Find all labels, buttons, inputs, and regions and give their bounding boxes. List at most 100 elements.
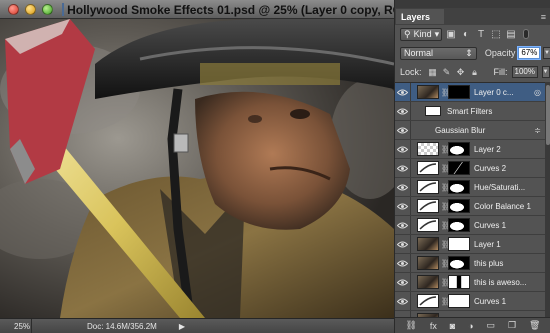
layer-name[interactable]: Gaussian Blur xyxy=(435,126,545,135)
mask-link-icon[interactable]: ⛓ xyxy=(441,88,451,97)
layer-thumbnail[interactable] xyxy=(417,275,439,289)
layer-row[interactable]: ⛓ this is aweso... xyxy=(395,273,545,292)
layer-row[interactable]: ⛓ Color Balance 1 xyxy=(395,197,545,216)
mask-link-icon[interactable]: ⛓ xyxy=(441,202,451,211)
adjustment-thumbnail-icon[interactable] xyxy=(417,161,439,175)
lock-position-icon[interactable]: ✥ xyxy=(456,67,466,77)
type-filter-icon[interactable]: T xyxy=(475,28,487,40)
layer-mask-thumbnail[interactable] xyxy=(448,218,470,232)
shape-filter-icon[interactable]: ⬚ xyxy=(490,28,502,40)
layer-row[interactable]: Smart Filters xyxy=(395,102,545,121)
layer-thumbnail[interactable] xyxy=(417,142,439,156)
layer-row[interactable]: ⛓ Layer 0 c... ◎ xyxy=(395,83,545,102)
panel-dock-strip[interactable] xyxy=(395,0,550,8)
fx-icon[interactable]: fx xyxy=(430,321,437,331)
visibility-eye-icon[interactable] xyxy=(395,292,411,310)
blend-mode-select[interactable]: Normal ⇕ xyxy=(400,46,477,60)
layer-mask-thumbnail[interactable] xyxy=(448,142,470,156)
scrollbar-thumb[interactable] xyxy=(546,85,550,145)
minimize-window-button[interactable] xyxy=(25,4,36,15)
mask-link-icon[interactable]: ⛓ xyxy=(441,278,451,287)
visibility-eye-icon[interactable] xyxy=(395,178,411,196)
close-window-button[interactable] xyxy=(8,4,19,15)
document-size-info[interactable]: Doc: 14.6M/356.2M xyxy=(87,322,157,331)
adjustment-thumbnail-icon[interactable] xyxy=(417,294,439,308)
filter-toggle-switch[interactable] xyxy=(523,29,529,39)
smart-object-filter-icon[interactable]: ▤ xyxy=(505,28,517,40)
mask-link-icon[interactable]: ⛓ xyxy=(441,240,451,249)
tab-layers[interactable]: Layers xyxy=(396,9,444,24)
add-mask-icon[interactable]: ◙ xyxy=(450,321,455,331)
layer-mask-thumbnail[interactable] xyxy=(448,275,470,289)
layer-thumbnail[interactable] xyxy=(417,237,439,251)
image-filter-icon[interactable]: ▣ xyxy=(445,28,457,40)
mask-link-icon[interactable]: ⛓ xyxy=(441,145,451,154)
visibility-eye-icon[interactable] xyxy=(395,121,411,139)
mask-link-icon[interactable]: ⛓ xyxy=(441,164,451,173)
layer-name[interactable]: Layer 2 xyxy=(474,145,545,154)
layer-name[interactable]: this is aweso... xyxy=(474,278,545,287)
visibility-eye-icon[interactable] xyxy=(395,140,411,158)
layer-row[interactable]: ⛓ Curves 1 xyxy=(395,216,545,235)
layer-mask-thumbnail[interactable] xyxy=(448,161,470,175)
visibility-eye-icon[interactable] xyxy=(395,216,411,234)
adjustment-thumbnail-icon[interactable] xyxy=(417,180,439,194)
visibility-eye-icon[interactable] xyxy=(395,102,411,120)
layer-mask-thumbnail[interactable] xyxy=(448,294,470,308)
mask-link-icon[interactable]: ⛓ xyxy=(441,297,451,306)
layer-name[interactable]: Curves 2 xyxy=(474,164,545,173)
layers-scrollbar[interactable] xyxy=(545,82,550,317)
layer-name[interactable]: Smart Filters xyxy=(447,107,545,116)
mask-link-icon[interactable]: ⛓ xyxy=(441,259,451,268)
delete-layer-icon[interactable]: 🗑︎ xyxy=(529,320,540,331)
adjustment-thumbnail-icon[interactable] xyxy=(417,218,439,232)
image-canvas[interactable] xyxy=(0,19,394,318)
lock-image-pixels-icon[interactable]: ✎ xyxy=(442,67,452,77)
zoom-window-button[interactable] xyxy=(42,4,53,15)
layer-row[interactable]: ⛓ Curves 1 xyxy=(395,292,545,311)
visibility-eye-icon[interactable] xyxy=(395,235,411,253)
layer-mask-thumbnail[interactable] xyxy=(448,237,470,251)
layers-list[interactable]: ⛓ Layer 0 c... ◎ Smart Filters Gaussian Blur… xyxy=(395,82,545,317)
layer-name[interactable]: Hue/Saturati... xyxy=(474,183,545,192)
opacity-slider-arrow-icon[interactable]: ▼ xyxy=(543,47,550,59)
visibility-eye-icon[interactable] xyxy=(395,197,411,215)
adjustment-thumbnail-icon[interactable] xyxy=(417,199,439,213)
mask-link-icon[interactable]: ⛓ xyxy=(441,221,451,230)
new-layer-icon[interactable]: ❐ xyxy=(508,320,516,331)
layer-name[interactable]: Color Balance 1 xyxy=(474,202,545,211)
layer-thumbnail[interactable] xyxy=(417,256,439,270)
layer-name[interactable]: this plus xyxy=(474,259,545,268)
layer-mask-thumbnail[interactable] xyxy=(448,180,470,194)
layer-row[interactable]: ⛓ Layer 1 xyxy=(395,235,545,254)
status-menu-arrow-icon[interactable]: ▶ xyxy=(179,322,185,331)
filter-options-icon[interactable] xyxy=(425,125,429,135)
smart-filters-toggle-icon[interactable]: ◎ xyxy=(534,88,541,97)
lock-transparent-pixels-icon[interactable]: ▦ xyxy=(428,67,438,77)
visibility-eye-icon[interactable] xyxy=(395,83,411,101)
mask-link-icon[interactable]: ⛓ xyxy=(441,183,451,192)
opacity-label[interactable]: Opacity xyxy=(485,48,516,58)
visibility-eye-icon[interactable] xyxy=(395,254,411,272)
new-adjustment-icon[interactable]: ◑ xyxy=(468,321,473,331)
filter-kind-select[interactable]: ⚲ Kind ▾ xyxy=(400,27,442,41)
document-titlebar[interactable]: Hollywood Smoke Effects 01.psd @ 25% (La… xyxy=(0,0,402,19)
layer-name[interactable]: Curves 1 xyxy=(474,297,545,306)
fill-slider-arrow-icon[interactable]: ▼ xyxy=(541,66,550,78)
layer-row[interactable]: ⛓ Curves 2 xyxy=(395,159,545,178)
opacity-field[interactable]: 67% xyxy=(518,47,541,59)
layer-row[interactable]: ⛓ Layer 2 xyxy=(395,140,545,159)
adjustment-filter-icon[interactable]: ◐ xyxy=(460,28,472,40)
lock-all-icon[interactable]: 🔒︎ xyxy=(470,67,480,77)
layer-row[interactable]: ⛓ this plus xyxy=(395,254,545,273)
layer-thumbnail[interactable] xyxy=(417,85,439,99)
layer-name[interactable]: Curves 1 xyxy=(474,221,545,230)
filter-blending-options-icon[interactable]: ≑ xyxy=(534,126,541,135)
visibility-eye-icon[interactable] xyxy=(395,273,411,291)
visibility-eye-icon[interactable] xyxy=(395,159,411,177)
panel-menu-icon[interactable]: ≡ xyxy=(541,12,546,22)
link-layers-icon[interactable]: ⛓ xyxy=(405,320,416,331)
smart-filter-mask-icon[interactable] xyxy=(425,106,441,116)
zoom-level[interactable]: 25% xyxy=(0,319,32,333)
layer-mask-thumbnail[interactable] xyxy=(448,199,470,213)
